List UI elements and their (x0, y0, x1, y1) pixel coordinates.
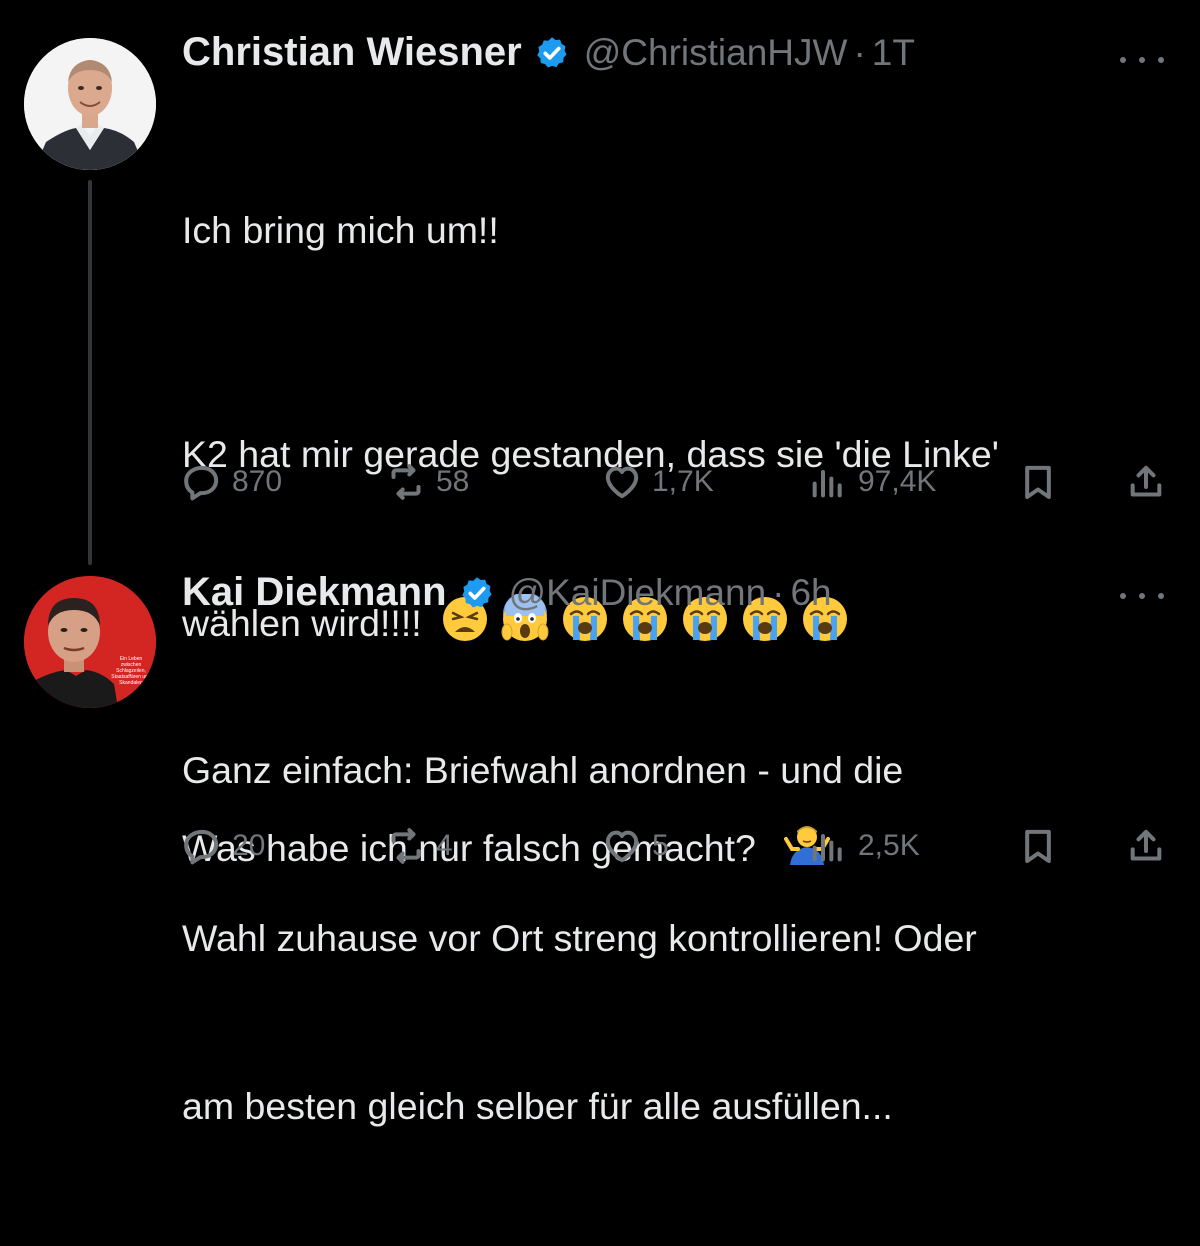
tweet-header: Christian Wiesner @ChristianHJW · 1T (182, 30, 915, 75)
more-options-icon[interactable] (1120, 52, 1164, 68)
like-button[interactable]: 5 (602, 822, 669, 870)
user-handle[interactable]: @ChristianHJW (584, 32, 848, 74)
repost-count: 58 (436, 465, 470, 498)
display-name[interactable]: Kai Diekmann (182, 570, 447, 615)
display-name[interactable]: Christian Wiesner (182, 30, 522, 75)
timestamp[interactable]: 6h (790, 572, 831, 614)
reply-count: 870 (232, 465, 283, 498)
repost-icon (391, 828, 421, 864)
avatar-book-caption: Ein Leben zwischen Schlagzeilen, Staatsa… (111, 656, 151, 686)
views-chart-icon (812, 470, 842, 498)
reply-count: 20 (232, 829, 266, 862)
view-count: 2,5K (858, 829, 920, 862)
share-icon (1130, 829, 1162, 861)
more-options-icon[interactable] (1120, 588, 1164, 604)
repost-count: 4 (436, 829, 453, 862)
user-handle[interactable]: @KaiDiekmann (509, 572, 767, 614)
view-count: 97,4K (858, 465, 937, 498)
share-button[interactable] (1126, 822, 1166, 870)
tweet-christian-wiesner[interactable]: Christian Wiesner @ChristianHJW · 1T Ich… (0, 0, 1200, 869)
tweet-text: Ganz einfach: Briefwahl anordnen - und d… (182, 630, 1172, 1246)
bookmark-icon (1025, 829, 1051, 863)
bookmark-button[interactable] (1018, 458, 1058, 506)
separator-dot: · (853, 31, 866, 73)
avatar[interactable] (24, 38, 156, 170)
repost-button[interactable]: 4 (386, 822, 453, 870)
tweet-actions: 870 58 1,7K 97,4K (182, 458, 1172, 506)
reply-button[interactable]: 20 (182, 822, 265, 870)
tweet-actions: 20 4 5 2,5K (182, 822, 1172, 870)
tweet-header: Kai Diekmann @KaiDiekmann · 6h (182, 570, 832, 615)
like-count: 1,7K (652, 465, 714, 498)
avatar[interactable]: Ein Leben zwischen Schlagzeilen, Staatsa… (24, 576, 156, 708)
share-icon (1130, 465, 1162, 497)
views-chart-icon (812, 834, 842, 862)
reply-icon (184, 829, 219, 865)
repost-icon (391, 464, 421, 500)
verified-badge-icon (461, 576, 492, 608)
tweet-line: Ich bring mich um!! (182, 209, 499, 251)
bookmark-button[interactable] (1018, 822, 1058, 870)
bookmark-icon (1025, 465, 1051, 499)
like-button[interactable]: 1,7K (602, 458, 714, 506)
tweet-line: Wahl zuhause vor Ort streng kontrolliere… (182, 917, 977, 959)
tweet-line: Ganz einfach: Briefwahl anordnen - und d… (182, 749, 904, 791)
reply-button[interactable]: 870 (182, 458, 282, 506)
like-count: 5 (652, 829, 669, 862)
timestamp[interactable]: 1T (872, 32, 915, 74)
heart-icon (605, 830, 639, 863)
views-button[interactable]: 2,5K (808, 822, 920, 870)
tweet-kai-diekmann[interactable]: Ein Leben zwischen Schlagzeilen, Staatsa… (0, 560, 1200, 1127)
tweet-line: am besten gleich selber für alle ausfüll… (182, 1085, 893, 1127)
separator-dot: · (772, 571, 785, 613)
verified-badge-icon (537, 36, 567, 68)
reply-icon (184, 465, 219, 501)
heart-icon (605, 466, 639, 499)
views-button[interactable]: 97,4K (808, 458, 936, 506)
share-button[interactable] (1126, 458, 1166, 506)
repost-button[interactable]: 58 (386, 458, 469, 506)
